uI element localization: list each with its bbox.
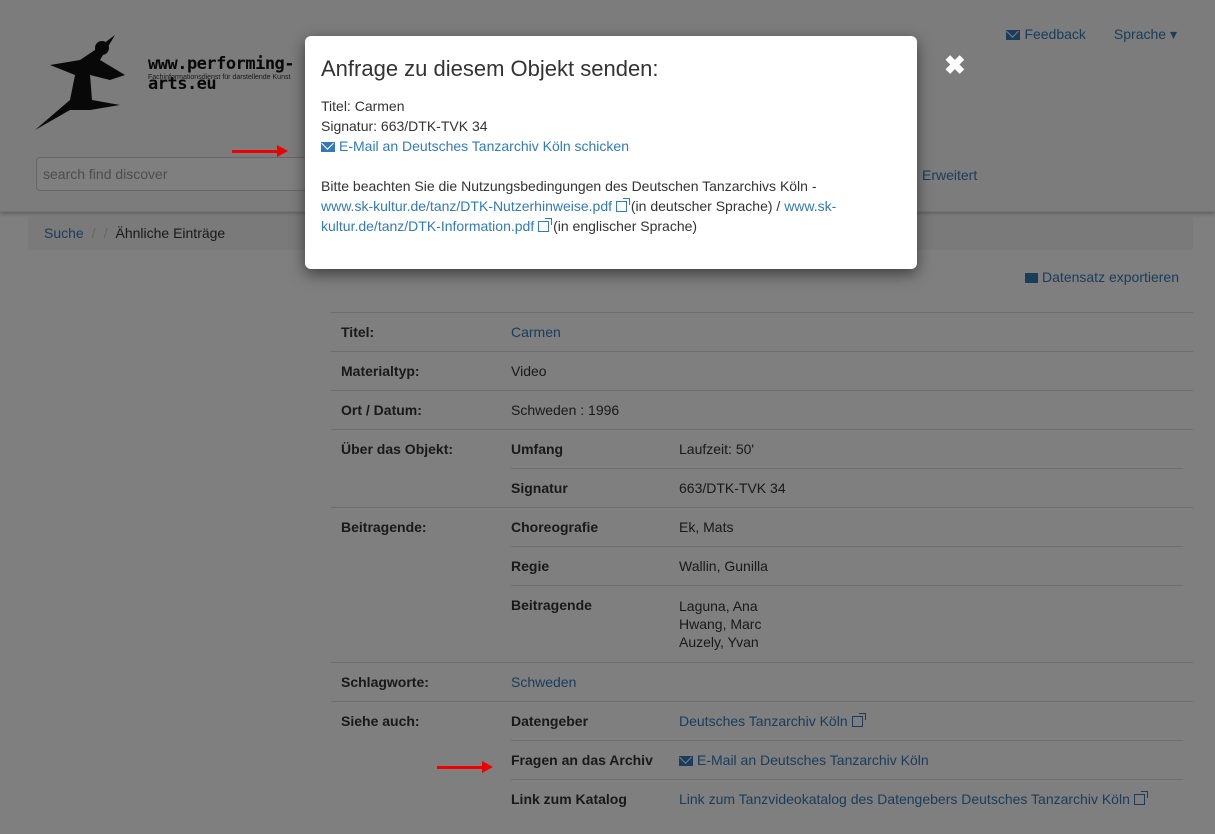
terms-en-suffix: (in englischer Sprache): [553, 218, 698, 234]
terms-en-label: www.sk-: [784, 198, 837, 214]
terms-de-link[interactable]: www.sk-kultur.de/tanz/DTK-Nutzerhinweise…: [321, 198, 630, 214]
envelope-icon: [321, 142, 335, 152]
modal-signature-line: Signatur: 663/DTK-TVK 34: [321, 118, 488, 134]
annotation-arrow: [232, 145, 288, 157]
terms-en-link[interactable]: www.sk-: [784, 198, 836, 214]
modal-title: Anfrage zu diesem Objekt senden:: [321, 56, 659, 81]
external-link-icon: [538, 218, 553, 232]
terms-de-suffix: (in deutscher Sprache) /: [630, 198, 781, 214]
terms-en-link-cont[interactable]: kultur.de/tanz/DTK-Information.pdf: [321, 218, 553, 234]
annotation-arrow: [437, 761, 493, 773]
close-icon[interactable]: ✖: [944, 52, 966, 78]
external-link-icon: [616, 198, 630, 212]
terms-de-label: www.sk-kultur.de/tanz/DTK-Nutzerhinweise…: [321, 198, 612, 214]
request-modal: Anfrage zu diesem Objekt senden: Titel: …: [305, 36, 917, 269]
modal-email-label: E-Mail an Deutsches Tanzarchiv Köln schi…: [339, 138, 629, 154]
modal-notice: Bitte beachten Sie die Nutzungsbedingung…: [321, 178, 817, 194]
terms-en-label-cont: kultur.de/tanz/DTK-Information.pdf: [321, 218, 535, 234]
modal-email-link[interactable]: E-Mail an Deutsches Tanzarchiv Köln schi…: [321, 138, 629, 154]
modal-title-line: Titel: Carmen: [321, 98, 405, 114]
